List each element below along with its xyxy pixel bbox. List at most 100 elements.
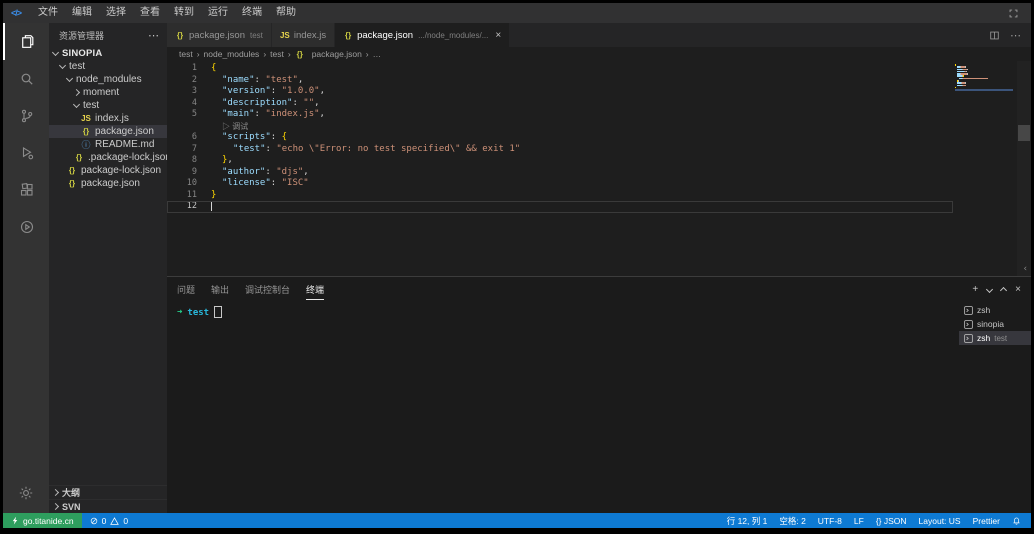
- explorer-icon[interactable]: [3, 23, 49, 60]
- manage-gear-icon[interactable]: [3, 473, 49, 513]
- breadcrumb-item[interactable]: test: [270, 49, 284, 59]
- editor-scrollbar[interactable]: [1017, 61, 1031, 276]
- more-actions-icon[interactable]: ⋯: [148, 29, 159, 42]
- line-number: 10: [167, 178, 197, 190]
- breadcrumb-separator: ›: [288, 49, 291, 59]
- info-file-icon: ⓘ: [81, 138, 91, 151]
- js-file-icon: JS: [81, 114, 91, 123]
- minimap[interactable]: [955, 64, 1015, 91]
- code-line-3: 3"version": "1.0.0",: [167, 86, 953, 98]
- status-bar: go.titanide.cn 0 0 行 12, 列 1 空格: 2 UTF-8 LF…: [3, 513, 1031, 528]
- codelens-label: ▷ 调试: [211, 121, 248, 132]
- status-item[interactable]: Layout: US: [919, 516, 961, 526]
- sidebar-section-大纲[interactable]: 大纲: [49, 485, 167, 499]
- line-number: 4: [167, 98, 197, 110]
- maximize-panel-icon[interactable]: [1001, 285, 1006, 293]
- chevron-down-icon: [73, 101, 80, 108]
- code-text: }: [211, 190, 216, 202]
- tree-item-test[interactable]: test: [49, 60, 167, 73]
- remote-indicator[interactable]: go.titanide.cn: [3, 513, 82, 528]
- status-item[interactable]: LF: [854, 516, 864, 526]
- code-area: 1{2"name": "test",3"version": "1.0.0",4"…: [167, 63, 953, 213]
- terminal-item-zsh[interactable]: zsh: [959, 303, 1031, 317]
- play-circle-icon[interactable]: [3, 208, 49, 245]
- chevron-down-icon[interactable]: [987, 287, 992, 292]
- menu-item[interactable]: 终端: [235, 3, 269, 23]
- menu-item[interactable]: 查看: [133, 3, 167, 23]
- panel-body: ➜test zshsinopiazshtest: [167, 301, 1031, 513]
- line-number: 9: [167, 167, 197, 179]
- run-debug-icon[interactable]: [3, 134, 49, 171]
- tab-package-json[interactable]: {}package.json.../node_modules/...×: [335, 23, 509, 47]
- menu-item[interactable]: 转到: [167, 3, 201, 23]
- panel-tab-问题[interactable]: 问题: [177, 278, 195, 300]
- menu-item[interactable]: 帮助: [269, 3, 303, 23]
- scrollbar-handle[interactable]: [1018, 125, 1030, 141]
- tree-item-readme-md[interactable]: ⓘREADME.md: [49, 138, 167, 151]
- breadcrumb-item[interactable]: {}package.json: [295, 49, 362, 59]
- code-text: "author": "djs",: [211, 167, 309, 179]
- menu-item[interactable]: 编辑: [65, 3, 99, 23]
- tab-title: package.json: [357, 30, 413, 41]
- extensions-icon[interactable]: [3, 171, 49, 208]
- sidebar-bottom-sections: 大纲SVN: [49, 485, 167, 513]
- chevron-left-icon[interactable]: ‹: [1023, 264, 1028, 274]
- status-item[interactable]: UTF-8: [818, 516, 842, 526]
- editor[interactable]: 1{2"name": "test",3"version": "1.0.0",4"…: [167, 61, 1031, 276]
- tree-item-node-modules[interactable]: node_modules: [49, 73, 167, 86]
- close-panel-icon[interactable]: ×: [1015, 284, 1021, 295]
- panel-tab-终端[interactable]: 终端: [306, 278, 324, 300]
- notifications-bell-icon[interactable]: [1012, 516, 1021, 526]
- token: "main": [222, 109, 255, 119]
- close-icon[interactable]: ×: [495, 30, 501, 41]
- tree-item-index-js[interactable]: JSindex.js: [49, 112, 167, 125]
- code-line-4: 4"description": "",: [167, 98, 953, 110]
- line-number: 2: [167, 75, 197, 87]
- chevron-down-icon: [66, 75, 73, 82]
- panel-tab-输出[interactable]: 输出: [211, 278, 229, 300]
- tree-item-package-json[interactable]: {}package.json: [49, 125, 167, 138]
- tree-item-sinopia[interactable]: SINOPIA: [49, 47, 167, 60]
- token: "test": [233, 144, 266, 154]
- status-item[interactable]: 行 12, 列 1: [727, 515, 768, 527]
- breadcrumb-item[interactable]: test: [179, 49, 193, 59]
- main-area: 资源管理器 ⋯ SINOPIAtestnode_modulesmomenttes…: [3, 23, 1031, 513]
- breadcrumb-item[interactable]: node_modules: [204, 49, 260, 59]
- terminal-item-sinopia[interactable]: sinopia: [959, 317, 1031, 331]
- menu-item[interactable]: 运行: [201, 3, 235, 23]
- tree-item-package-lock-json[interactable]: {}package-lock.json: [49, 164, 167, 177]
- token: :: [255, 109, 266, 119]
- menu-item[interactable]: 选择: [99, 3, 133, 23]
- status-item[interactable]: {} JSON: [876, 516, 907, 526]
- code-line-2: 2"name": "test",: [167, 75, 953, 87]
- search-icon[interactable]: [3, 60, 49, 97]
- token: "1.0.0": [282, 86, 320, 96]
- source-control-icon[interactable]: [3, 97, 49, 134]
- tree-item-test[interactable]: test: [49, 99, 167, 112]
- status-item[interactable]: 空格: 2: [779, 515, 805, 527]
- sidebar-explorer: 资源管理器 ⋯ SINOPIAtestnode_modulesmomenttes…: [49, 23, 167, 513]
- codelens-debug[interactable]: ▷ 调试: [167, 121, 953, 133]
- tree-item-moment[interactable]: moment: [49, 86, 167, 99]
- menu-item[interactable]: 文件: [31, 3, 65, 23]
- split-editor-icon[interactable]: [989, 30, 1000, 41]
- tab-bar: {}package.jsontestJSindex.js{}package.js…: [167, 23, 1031, 47]
- tab-index-js[interactable]: JSindex.js: [272, 23, 334, 47]
- panel-actions: + ×: [972, 284, 1021, 295]
- breadcrumb-item[interactable]: …: [373, 49, 382, 59]
- fullscreen-icon[interactable]: [1008, 8, 1031, 19]
- problems-status[interactable]: 0 0: [82, 516, 136, 526]
- tree-item-package-json[interactable]: {}package.json: [49, 177, 167, 190]
- terminal-output[interactable]: ➜test: [167, 301, 959, 513]
- tree-item--package-lock-json[interactable]: {}.package-lock.json: [49, 151, 167, 164]
- status-item[interactable]: Prettier: [973, 516, 1000, 526]
- statusbar-right-items: 行 12, 列 1 空格: 2 UTF-8 LF {} JSON Layout: US Pr…: [727, 515, 1000, 527]
- tab-package-json[interactable]: {}package.jsontest: [167, 23, 271, 47]
- new-terminal-icon[interactable]: +: [972, 284, 978, 295]
- more-actions-icon[interactable]: ⋯: [1010, 29, 1021, 42]
- terminal-item-zsh[interactable]: zshtest: [959, 331, 1031, 345]
- sidebar-section-svn[interactable]: SVN: [49, 499, 167, 513]
- panel-tab-调试控制台[interactable]: 调试控制台: [245, 278, 290, 300]
- terminal-label: zsh: [977, 333, 990, 343]
- json-file-icon: {}: [74, 153, 84, 162]
